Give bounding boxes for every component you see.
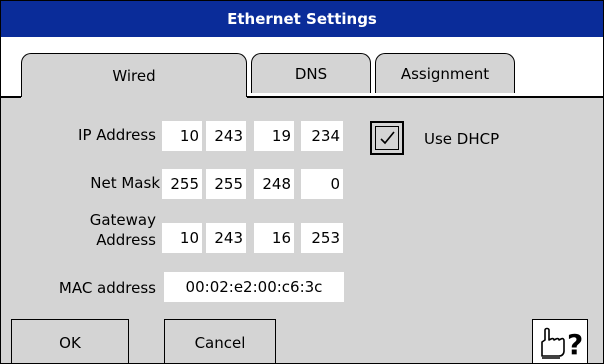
ethernet-settings-window: Ethernet Settings Wired DNS Assignment I…: [0, 0, 604, 364]
ip-octet-1-field[interactable]: 10: [162, 121, 202, 151]
use-dhcp-checkbox[interactable]: [370, 121, 404, 155]
tab-assignment[interactable]: Assignment: [375, 53, 515, 93]
tab-wired[interactable]: Wired: [21, 53, 247, 97]
gateway-octet-4-field[interactable]: 253: [301, 223, 343, 253]
svg-text:?: ?: [567, 328, 583, 361]
tab-dns[interactable]: DNS: [251, 53, 371, 93]
ip-octet-3-field[interactable]: 19: [254, 121, 294, 151]
ip-octet-4-field[interactable]: 234: [301, 121, 343, 151]
tab-baseline-left: [1, 96, 21, 98]
checkmark-icon: [375, 126, 399, 150]
gateway-label-line1: Gateway: [89, 211, 156, 229]
mask-octet-3-field[interactable]: 248: [254, 169, 294, 199]
net-mask-label: Net Mask: [90, 174, 160, 192]
gateway-octet-3-field[interactable]: 16: [254, 223, 294, 253]
ok-button[interactable]: OK: [11, 319, 129, 363]
gateway-octet-2-field[interactable]: 243: [206, 223, 246, 253]
ip-octet-2-field[interactable]: 243: [206, 121, 246, 151]
tab-baseline-right: [247, 96, 603, 98]
tab-strip: Wired DNS Assignment: [1, 37, 603, 97]
use-dhcp-label: Use DHCP: [424, 130, 500, 148]
gateway-label-line2: Address: [96, 231, 156, 249]
ip-address-label: IP Address: [78, 126, 156, 144]
mask-octet-1-field[interactable]: 255: [162, 169, 202, 199]
mac-address-field: 00:02:e2:00:c6:3c: [164, 272, 344, 302]
window-title: Ethernet Settings: [1, 1, 603, 37]
mask-octet-4-field[interactable]: 0: [301, 169, 343, 199]
cancel-button[interactable]: Cancel: [164, 319, 276, 363]
pointing-hand-question-icon: ?: [541, 327, 583, 361]
help-button[interactable]: ?: [532, 319, 588, 363]
mac-address-label: MAC address: [58, 279, 156, 297]
gateway-octet-1-field[interactable]: 10: [162, 223, 202, 253]
mask-octet-2-field[interactable]: 255: [206, 169, 246, 199]
